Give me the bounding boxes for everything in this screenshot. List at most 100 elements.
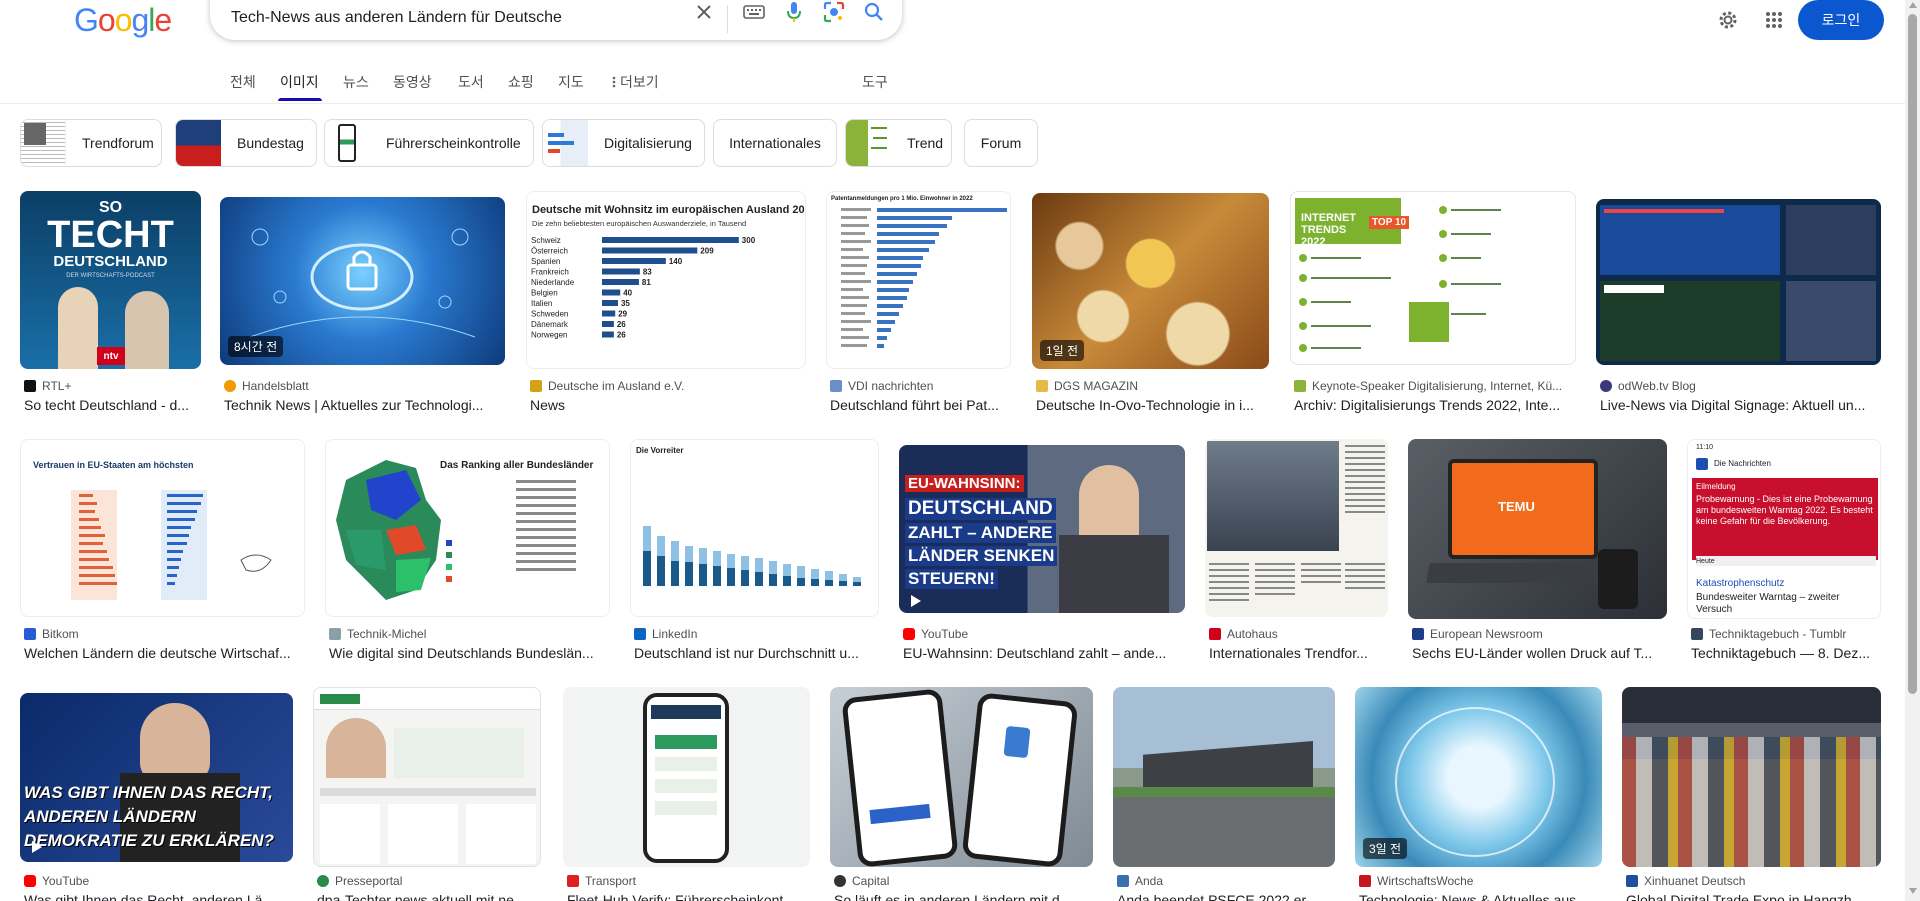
tab-news[interactable]: 뉴스 (343, 72, 369, 92)
result-source[interactable]: Autohaus (1209, 627, 1278, 641)
image-result[interactable]: WAS GIBT IHNEN DAS RECHT, ANDEREN LÄNDER… (20, 691, 293, 901)
result-source[interactable]: Capital (834, 874, 889, 888)
result-source[interactable]: Xinhuanet Deutsch (1626, 874, 1745, 888)
result-thumbnail[interactable]: Patentanmeldungen pro 1 Mio. Einwohner i… (826, 191, 1011, 369)
google-logo[interactable]: Google (74, 2, 172, 39)
chip-trend[interactable]: Trend (845, 119, 952, 167)
result-title[interactable]: Welchen Ländern die deutsche Wirtschaf..… (24, 645, 305, 661)
result-source[interactable]: DGS MAGAZIN (1036, 379, 1138, 393)
tab-more[interactable]: 더보기 (612, 72, 659, 92)
result-title[interactable]: Fleet-Hub Verify: Führerscheinkont... (567, 892, 810, 901)
result-title[interactable]: Deutsche In-Ovo-Technologie in i... (1036, 397, 1269, 413)
chip-fuehrerscheinkontrolle[interactable]: Führerscheinkontrolle (324, 119, 534, 167)
result-thumbnail[interactable] (563, 687, 810, 867)
image-result[interactable]: TEMU European Newsroom Sechs EU-Länder w… (1408, 439, 1667, 667)
result-source[interactable]: Techniktagebuch - Tumblr (1691, 627, 1846, 641)
image-result[interactable]: 8시간 전 Handelsblatt Technik News | Aktuel… (220, 191, 505, 419)
search-box[interactable]: Tech-News aus anderen Ländern für Deutsc… (210, 0, 902, 40)
result-thumbnail[interactable]: 8시간 전 (220, 197, 505, 365)
image-result[interactable]: Transport Fleet-Hub Verify: Führerschein… (563, 687, 810, 901)
keyboard-icon[interactable] (742, 0, 766, 24)
image-result[interactable]: EU-WAHNSINN: DEUTSCHLAND ZAHLT – ANDERE … (899, 439, 1185, 667)
result-title[interactable]: EU-Wahnsinn: Deutschland zahlt – ande... (903, 645, 1185, 661)
result-title[interactable]: Global Digital Trade Expo in Hangzh... (1626, 892, 1881, 901)
result-thumbnail[interactable] (1596, 199, 1881, 365)
result-thumbnail[interactable]: EU-WAHNSINN: DEUTSCHLAND ZAHLT – ANDERE … (899, 445, 1185, 613)
result-title[interactable]: Anda beendet PSFCE 2022 er... (1117, 892, 1335, 901)
result-thumbnail[interactable] (1205, 439, 1388, 617)
result-title[interactable]: Techniktagebuch — 8. Dez... (1691, 645, 1881, 661)
image-result[interactable]: Das Ranking aller Bundesländer Technik-M… (325, 439, 610, 667)
tab-images[interactable]: 이미지 (280, 72, 319, 92)
result-thumbnail[interactable]: 3일 전 (1355, 687, 1602, 867)
image-result[interactable]: Xinhuanet Deutsch Global Digital Trade E… (1622, 687, 1881, 901)
result-source[interactable]: Deutsche im Ausland e.V. (530, 379, 684, 393)
image-result[interactable]: SO TECHT DEUTSCHLAND DER WIRTSCHAFTS-POD… (20, 191, 201, 419)
image-result[interactable]: Presseportal dpa-Techter news aktuell mi… (313, 687, 541, 901)
result-thumbnail[interactable]: SO TECHT DEUTSCHLAND DER WIRTSCHAFTS-POD… (20, 191, 201, 369)
settings-gear-icon[interactable] (1716, 8, 1740, 32)
result-source[interactable]: VDI nachrichten (830, 379, 933, 393)
search-input[interactable]: Tech-News aus anderen Ländern für Deutsc… (231, 9, 562, 27)
image-result[interactable]: 11:10 Die Nachrichten Eilmeldung Probewa… (1687, 439, 1881, 667)
result-title[interactable]: So läuft es in anderen Ländern mit d... (834, 892, 1093, 901)
result-title[interactable]: Deutschland ist nur Durchschnitt u... (634, 645, 879, 661)
image-result[interactable]: Vertrauen in EU-Staaten am höchsten Bitk… (20, 439, 305, 667)
image-result[interactable]: Capital So läuft es in anderen Ländern m… (830, 687, 1093, 901)
apps-grid-icon[interactable] (1762, 8, 1786, 32)
result-source[interactable]: Transport (567, 874, 636, 888)
result-thumbnail[interactable]: Vertrauen in EU-Staaten am höchsten (20, 439, 305, 617)
result-source[interactable]: RTL+ (24, 379, 71, 393)
result-thumbnail[interactable]: Das Ranking aller Bundesländer (325, 439, 610, 617)
image-result[interactable]: 1일 전 DGS MAGAZIN Deutsche In-Ovo-Technol… (1032, 191, 1269, 419)
result-source[interactable]: Bitkom (24, 627, 79, 641)
result-thumbnail[interactable] (1113, 687, 1335, 867)
image-result[interactable]: INTERNET TRENDS 2022 TOP 10 Keynote-Spea… (1290, 191, 1576, 419)
result-thumbnail[interactable] (313, 687, 541, 867)
result-source[interactable]: YouTube (903, 627, 968, 641)
scrollbar-thumb[interactable] (1908, 14, 1917, 694)
result-thumbnail[interactable]: WAS GIBT IHNEN DAS RECHT, ANDEREN LÄNDER… (20, 693, 293, 862)
result-title[interactable]: Technik News | Aktuelles zur Technologi.… (224, 397, 505, 413)
result-thumbnail[interactable]: Deutsche mit Wohnsitz im europäischen Au… (526, 191, 806, 369)
result-thumbnail[interactable]: TEMU (1408, 439, 1667, 619)
result-source[interactable]: Anda (1117, 874, 1163, 888)
result-source[interactable]: WirtschaftsWoche (1359, 874, 1473, 888)
chip-internationales[interactable]: Internationales (713, 119, 837, 167)
result-title[interactable]: Technologie: News & Aktuelles aus... (1359, 892, 1602, 901)
vertical-scrollbar[interactable] (1905, 0, 1920, 901)
result-source[interactable]: Handelsblatt (224, 379, 309, 393)
result-thumbnail[interactable]: 1일 전 (1032, 193, 1269, 369)
tab-shopping[interactable]: 쇼핑 (508, 72, 534, 92)
clear-icon[interactable] (692, 0, 716, 24)
tab-books[interactable]: 도서 (458, 72, 484, 92)
result-title[interactable]: Was gibt Ihnen das Recht, anderen Lä... (24, 892, 293, 901)
scroll-down-arrow-icon[interactable] (1909, 888, 1917, 894)
tab-maps[interactable]: 지도 (558, 72, 584, 92)
result-thumbnail[interactable] (1622, 687, 1881, 867)
chip-forum[interactable]: Forum (964, 119, 1038, 167)
result-thumbnail[interactable] (830, 687, 1093, 867)
camera-lens-icon[interactable] (822, 0, 846, 24)
chip-bundestag[interactable]: Bundestag (175, 119, 317, 167)
result-title[interactable]: Internationales Trendfor... (1209, 645, 1388, 661)
result-source[interactable]: Keynote-Speaker Digitalisierung, Interne… (1294, 379, 1562, 393)
result-source[interactable]: LinkedIn (634, 627, 697, 641)
image-result[interactable]: Deutsche mit Wohnsitz im europäischen Au… (526, 191, 806, 419)
result-thumbnail[interactable]: Die Vorreiter (630, 439, 879, 617)
result-title[interactable]: News (530, 397, 806, 413)
chip-trendforum[interactable]: Trendforum (20, 119, 162, 167)
result-source[interactable]: Presseportal (317, 874, 402, 888)
image-result[interactable]: 3일 전 WirtschaftsWoche Technologie: News … (1355, 687, 1602, 901)
image-result[interactable]: Patentanmeldungen pro 1 Mio. Einwohner i… (826, 191, 1011, 419)
result-title[interactable]: dpa-Techter news aktuell mit ne... (317, 892, 541, 901)
image-result[interactable]: odWeb.tv Blog Live-News via Digital Sign… (1596, 191, 1881, 419)
image-result[interactable]: Autohaus Internationales Trendfor... (1205, 439, 1388, 667)
login-button[interactable]: 로그인 (1798, 0, 1884, 40)
result-source[interactable]: odWeb.tv Blog (1600, 379, 1696, 393)
result-source[interactable]: Technik-Michel (329, 627, 426, 641)
result-title[interactable]: Wie digital sind Deutschlands Bundeslän.… (329, 645, 610, 661)
tab-all[interactable]: 전체 (230, 72, 256, 92)
tools-button[interactable]: 도구 (862, 72, 888, 92)
result-source[interactable]: YouTube (24, 874, 89, 888)
